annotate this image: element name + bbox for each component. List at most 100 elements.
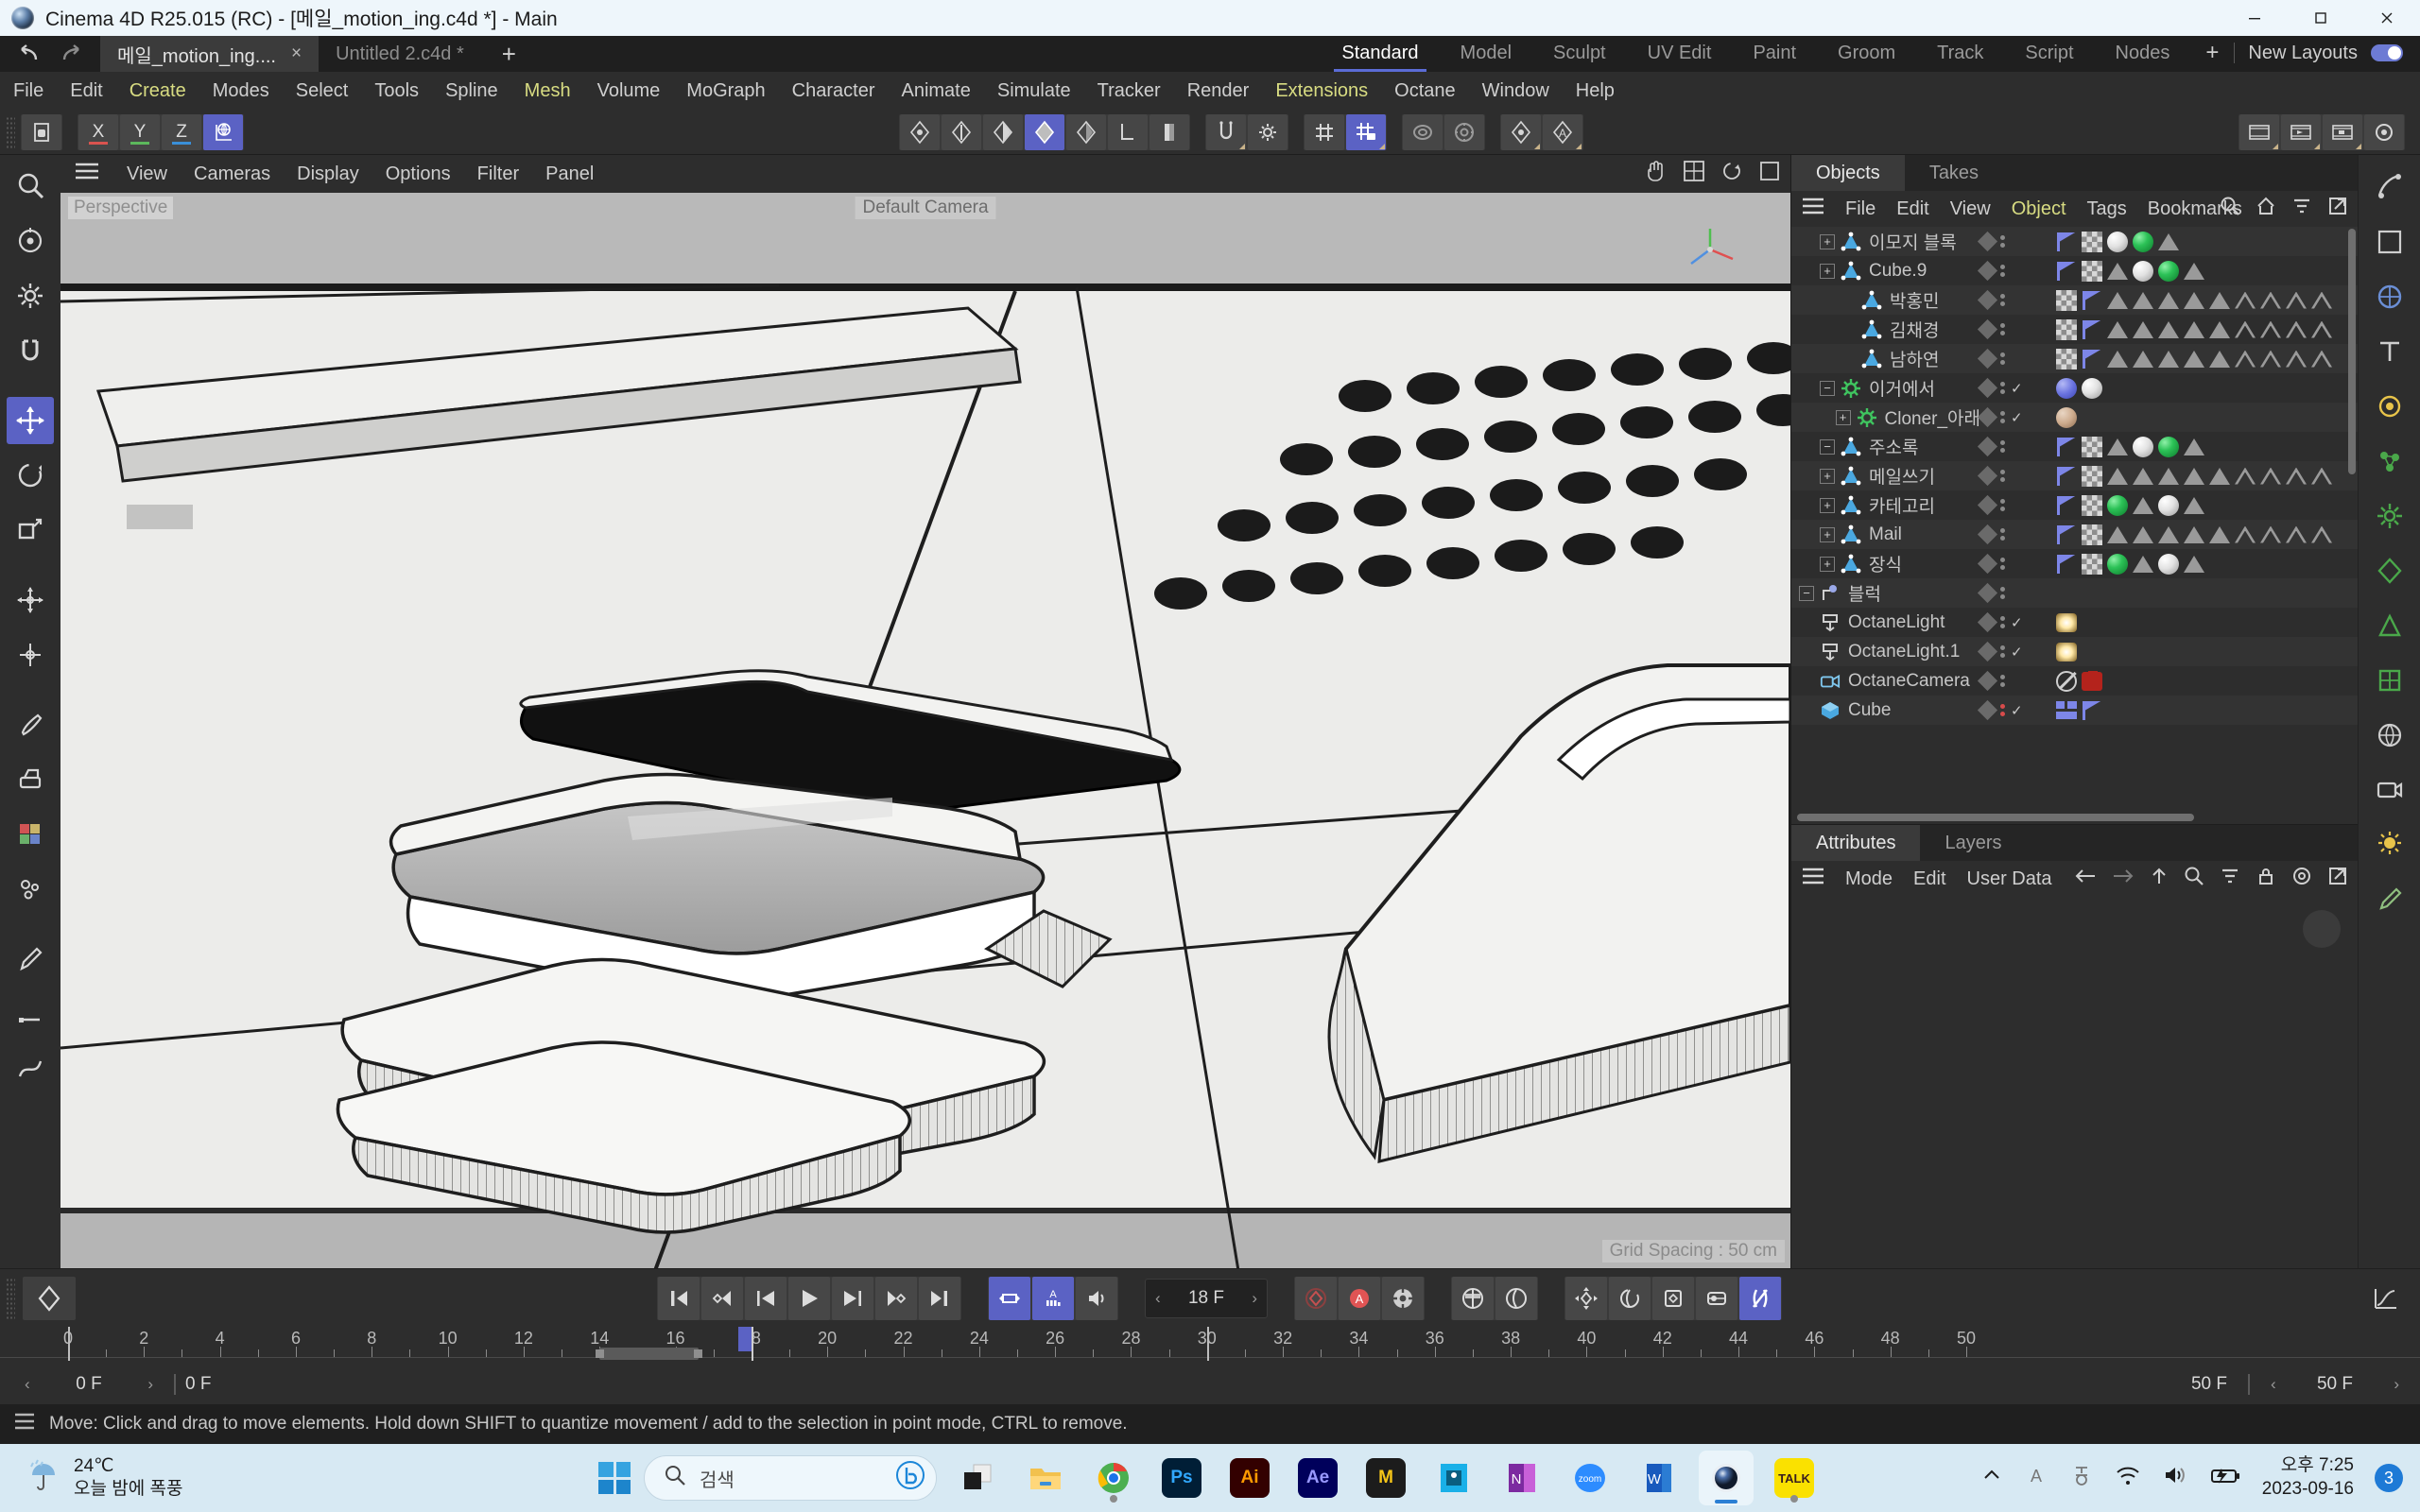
weather-widget[interactable]: 24℃ 오늘 밤에 폭풍 bbox=[0, 1455, 406, 1501]
3d-viewport[interactable]: Perspective Default Camera Grid Spacing … bbox=[60, 193, 1790, 1268]
object-row[interactable]: OctaneLight ✓ bbox=[1791, 608, 2358, 637]
checker-tag-icon[interactable] bbox=[2082, 465, 2102, 487]
checker-tag-icon[interactable] bbox=[2082, 524, 2102, 545]
move-selection-tool[interactable] bbox=[7, 217, 54, 265]
document-tab-1[interactable]: Untitled 2.c4d * bbox=[319, 36, 481, 72]
axis-mode-button[interactable] bbox=[1108, 113, 1148, 150]
content-browser-icon[interactable] bbox=[2365, 163, 2414, 212]
layout-tab-uv-edit[interactable]: UV Edit bbox=[1627, 34, 1733, 72]
object-row[interactable]: + Mail bbox=[1791, 520, 2358, 549]
layout-lock-toggle[interactable] bbox=[2371, 44, 2403, 61]
tree-expander-minus[interactable]: − bbox=[1820, 380, 1835, 396]
object-row[interactable]: OctaneCamera bbox=[1791, 666, 2358, 696]
enabled-check-icon[interactable]: ✓ bbox=[2011, 380, 2023, 397]
menu-item-window[interactable]: Window bbox=[1469, 72, 1563, 110]
white-material-tag[interactable] bbox=[2082, 377, 2102, 399]
filter-icon[interactable] bbox=[2291, 196, 2312, 222]
lock-z-axis-button[interactable]: Z bbox=[162, 113, 201, 150]
document-tab-0[interactable]: 메일_motion_ing.... × bbox=[100, 36, 320, 72]
object-row[interactable]: + Cube.9 bbox=[1791, 256, 2358, 285]
objects-menu-view[interactable]: View bbox=[1940, 191, 2001, 227]
polygon-tag-icon[interactable] bbox=[2158, 232, 2179, 252]
menu-item-help[interactable]: Help bbox=[1563, 72, 1628, 110]
polygon-tag-hollow-icon[interactable] bbox=[2286, 349, 2307, 369]
flag-tag-icon[interactable] bbox=[2056, 554, 2077, 575]
polygon-tag-hollow-icon[interactable] bbox=[2311, 290, 2332, 311]
texture-mode-button[interactable] bbox=[1066, 113, 1106, 150]
polygon-tag-icon[interactable] bbox=[2107, 261, 2128, 282]
sculpt-smooth-tool[interactable] bbox=[7, 866, 54, 913]
layout-tab-standard[interactable]: Standard bbox=[1321, 34, 1439, 72]
polygon-tag-icon[interactable] bbox=[2184, 437, 2204, 457]
light-icon[interactable] bbox=[2365, 820, 2414, 869]
visibility-dots[interactable] bbox=[2000, 265, 2005, 277]
layer-color-swatch[interactable] bbox=[1977, 260, 1998, 282]
timeline-curve-icon[interactable] bbox=[2364, 1277, 2406, 1320]
polygon-tag-icon[interactable] bbox=[2107, 437, 2128, 457]
taskbar-app-chrome[interactable] bbox=[1086, 1451, 1141, 1505]
visibility-dots[interactable] bbox=[2000, 323, 2005, 335]
point-mode-button[interactable] bbox=[900, 113, 940, 150]
color-swatch-tool[interactable] bbox=[7, 811, 54, 858]
taskbar-app-after-effects[interactable]: Ae bbox=[1290, 1451, 1345, 1505]
viewport-refresh-icon[interactable] bbox=[1720, 160, 1743, 188]
green-material-tag[interactable] bbox=[2107, 494, 2128, 516]
visibility-dots[interactable] bbox=[2000, 382, 2005, 394]
previous-key-button[interactable] bbox=[701, 1276, 743, 1320]
object-row[interactable]: + 메일쓰기 bbox=[1791, 461, 2358, 490]
objects-menu-file[interactable]: File bbox=[1835, 191, 1886, 227]
current-frame-field[interactable]: ‹ 18 F › bbox=[1145, 1278, 1268, 1318]
autokeying-toggle-button[interactable]: A bbox=[1339, 1276, 1380, 1320]
layer-color-swatch[interactable] bbox=[1977, 406, 1998, 428]
polygon-tag-icon[interactable] bbox=[2133, 319, 2153, 340]
tree-expander-minus[interactable]: − bbox=[1799, 585, 1814, 601]
polygon-tag-icon[interactable] bbox=[2209, 290, 2230, 311]
lock-x-axis-button[interactable]: X bbox=[78, 113, 118, 150]
home-icon[interactable] bbox=[2256, 196, 2276, 222]
rotate-key-button[interactable] bbox=[1609, 1276, 1651, 1320]
edge-mode-button[interactable] bbox=[942, 113, 981, 150]
search-icon[interactable] bbox=[2184, 866, 2204, 892]
attributes-knob[interactable] bbox=[2303, 910, 2341, 948]
taskbar-app-file-explorer[interactable] bbox=[1018, 1451, 1073, 1505]
ime-language-icon[interactable]: A bbox=[2024, 1463, 2048, 1493]
layer-color-swatch[interactable] bbox=[1977, 553, 1998, 575]
polygon-tag-hollow-icon[interactable] bbox=[2311, 349, 2332, 369]
polygon-tag-hollow-icon[interactable] bbox=[2286, 524, 2307, 545]
polygon-tag-hollow-icon[interactable] bbox=[2311, 319, 2332, 340]
grid-visible-button[interactable] bbox=[1305, 113, 1344, 150]
visibility-dots[interactable] bbox=[2000, 528, 2005, 541]
open-external-icon[interactable] bbox=[2327, 196, 2348, 222]
redo-icon[interactable] bbox=[59, 44, 83, 63]
auto-keying-button[interactable]: A bbox=[1032, 1276, 1074, 1320]
new-layouts-label[interactable]: New Layouts bbox=[2235, 34, 2371, 72]
tool-settings[interactable] bbox=[7, 272, 54, 319]
polygon-tag-hollow-icon[interactable] bbox=[2311, 524, 2332, 545]
ime-korean-icon[interactable] bbox=[2069, 1463, 2094, 1493]
layer-color-swatch[interactable] bbox=[1977, 524, 1998, 545]
polygon-tag-hollow-icon[interactable] bbox=[2260, 349, 2281, 369]
octane-nodes-icon[interactable] bbox=[2365, 437, 2414, 486]
go-to-start-button[interactable] bbox=[658, 1276, 700, 1320]
wifi-icon[interactable] bbox=[2115, 1463, 2141, 1493]
object-row[interactable]: 남하연 bbox=[1791, 344, 2358, 373]
objects-menu-object[interactable]: Object bbox=[2001, 191, 2077, 227]
polygon-tag-icon[interactable] bbox=[2133, 524, 2153, 545]
end-frame-next-icon[interactable]: › bbox=[2394, 1375, 2399, 1394]
green-material-tag[interactable] bbox=[2107, 553, 2128, 575]
menu-item-modes[interactable]: Modes bbox=[199, 72, 283, 110]
menu-item-mograph[interactable]: MoGraph bbox=[673, 72, 778, 110]
flag-tag-icon[interactable] bbox=[2056, 261, 2077, 282]
tree-expander-plus[interactable]: + bbox=[1835, 409, 1851, 425]
polygon-tag-icon[interactable] bbox=[2133, 554, 2153, 575]
octane-kernel-icon[interactable] bbox=[2365, 656, 2414, 705]
show-hidden-icons-chevron-icon[interactable] bbox=[1980, 1464, 2003, 1492]
layer-color-swatch[interactable] bbox=[1977, 611, 1998, 633]
taskbar-clock[interactable]: 오후 7:25 2023-09-16 bbox=[2262, 1454, 2354, 1501]
frame-next-arrow-icon[interactable]: › bbox=[1252, 1289, 1257, 1308]
object-row[interactable]: + Cloner_아래 ✓ bbox=[1791, 403, 2358, 432]
white-material-tag[interactable] bbox=[2133, 260, 2153, 282]
paint-tool[interactable] bbox=[7, 756, 54, 803]
preview-range-handle[interactable] bbox=[596, 1348, 702, 1360]
tan-material-tag[interactable] bbox=[2056, 406, 2077, 428]
